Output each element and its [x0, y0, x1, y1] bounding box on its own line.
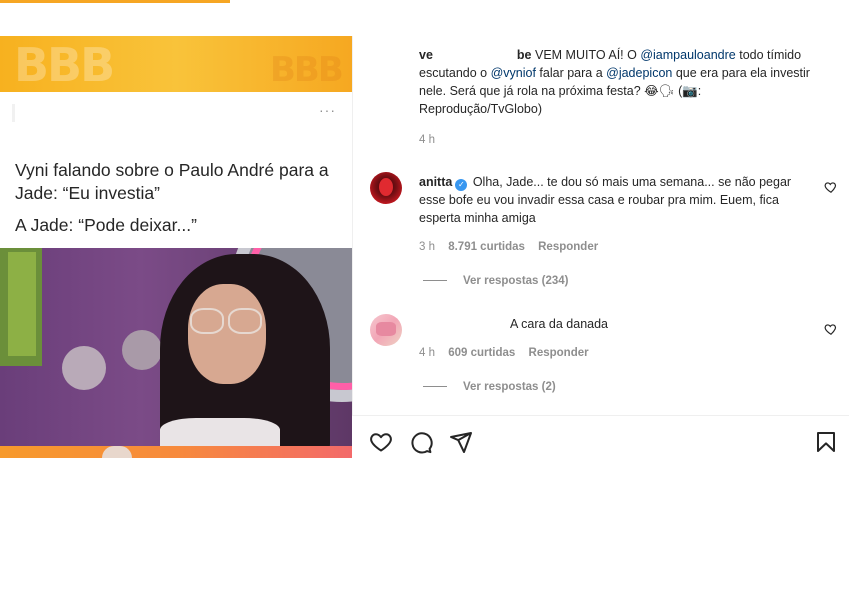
- replies-line: [423, 386, 447, 388]
- reply-button[interactable]: Responder: [538, 241, 598, 253]
- avatar[interactable]: [370, 172, 402, 204]
- bookmark-icon[interactable]: [814, 430, 838, 454]
- paper-plane-icon[interactable]: [449, 430, 473, 454]
- media-photo: [0, 248, 352, 446]
- caption-text: VEM MUITO AÍ! O: [534, 48, 637, 62]
- media-bottom-graphic: [102, 446, 132, 458]
- verified-badge-icon: ✓: [455, 179, 468, 191]
- comment-likes[interactable]: 8.791 curtidas: [448, 241, 525, 253]
- media-banner: BBB BBB: [0, 36, 352, 92]
- view-replies-label[interactable]: Ver respostas (234): [463, 275, 568, 287]
- comment-like-heart-icon[interactable]: [824, 322, 838, 336]
- mention-link[interactable]: @vyniof: [491, 66, 536, 80]
- comment-time[interactable]: 4 h: [419, 347, 435, 359]
- comment-meta: 3 h 8.791 curtidas Responder: [419, 241, 608, 253]
- post-media[interactable]: BBB BBB ··· Vyni falando sobre o Paulo A…: [0, 36, 352, 458]
- actions-divider: [352, 415, 849, 416]
- view-replies-button[interactable]: Ver respostas (234): [423, 275, 568, 287]
- mention-link[interactable]: @iampauloandre: [640, 48, 735, 62]
- caption-text: falar para a: [539, 66, 603, 80]
- post-timestamp[interactable]: 4 h: [419, 134, 435, 146]
- photo-person-glasses: [190, 308, 224, 334]
- comment-like-heart-icon[interactable]: [824, 180, 838, 194]
- media-divider: [12, 104, 15, 122]
- replies-line: [423, 280, 447, 282]
- caption-username-start[interactable]: ve: [419, 48, 433, 62]
- media-caption: Vyni falando sobre o Paulo André para a …: [15, 159, 345, 246]
- photo-person-shirt: [160, 418, 280, 446]
- banner-logo-graphic-2: BBB: [270, 50, 344, 90]
- comment-body: Olha, Jade... te dou só mais uma semana.…: [419, 175, 792, 225]
- media-more-icon: ···: [319, 102, 336, 118]
- photo-lamp: [122, 330, 162, 370]
- avatar-image: [379, 178, 393, 196]
- view-replies-button[interactable]: Ver respostas (2): [423, 381, 556, 393]
- photo-person-glasses: [228, 308, 262, 334]
- avatar-image: [376, 322, 396, 336]
- reply-button[interactable]: Responder: [529, 347, 589, 359]
- photo-person-face: [188, 284, 266, 384]
- heart-icon[interactable]: [369, 430, 393, 454]
- comment: A cara da danada: [510, 315, 810, 333]
- media-caption-line-1: Vyni falando sobre o Paulo André para a …: [15, 160, 329, 203]
- comment-icon[interactable]: [409, 430, 433, 454]
- caption-username[interactable]: ve be: [419, 48, 532, 62]
- comment-likes[interactable]: 609 curtidas: [448, 347, 515, 359]
- caption-username-end[interactable]: be: [517, 48, 532, 62]
- comment-username[interactable]: anitta: [419, 175, 452, 189]
- post-caption: ve be VEM MUITO AÍ! O @iampauloandre todo…: [419, 46, 819, 118]
- panel-divider: [352, 36, 353, 416]
- media-caption-line-2: A Jade: “Pode deixar...”: [15, 215, 197, 235]
- view-replies-label[interactable]: Ver respostas (2): [463, 381, 556, 393]
- media-bottom-strip: [0, 446, 352, 458]
- top-accent-bar: [0, 0, 230, 3]
- comment-body: A cara da danada: [510, 317, 608, 331]
- comment-time[interactable]: 3 h: [419, 241, 435, 253]
- comment-meta: 4 h 609 curtidas Responder: [419, 347, 599, 359]
- comment: anitta ✓ Olha, Jade... te dou só mais uma…: [419, 173, 799, 227]
- banner-logo-graphic: BBB: [14, 38, 115, 92]
- photo-lamp: [62, 346, 106, 390]
- photo-background-panel-inner: [8, 252, 36, 356]
- mention-link[interactable]: @jadepicon: [606, 66, 672, 80]
- avatar[interactable]: [370, 314, 402, 346]
